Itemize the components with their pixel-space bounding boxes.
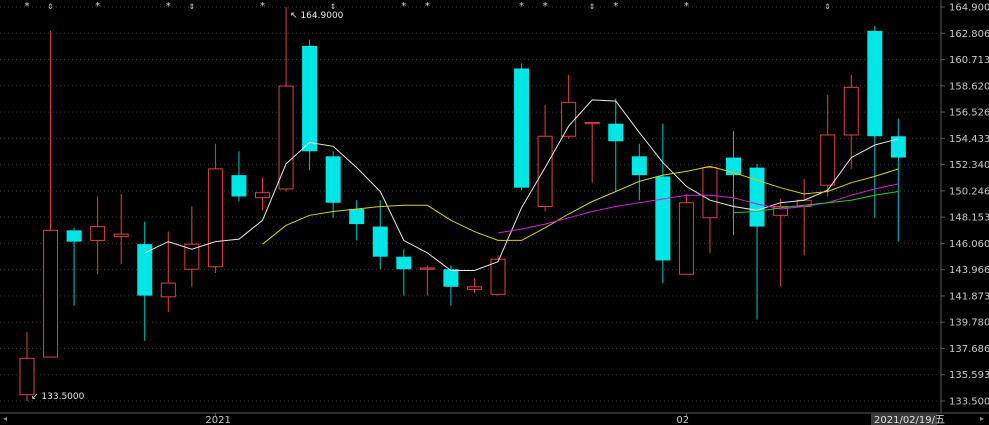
candle[interactable] bbox=[514, 63, 530, 191]
candlestick-chart: * ⇕ * * ⇕ * ⇕ * * * * ⇕ * * ⇕ ↖ 164.9000↙ 133.5000 164… bbox=[0, 0, 989, 425]
scroll-left-icon[interactable]: ◂ bbox=[3, 414, 7, 423]
candle-body-down bbox=[349, 209, 365, 225]
candle-body-up bbox=[278, 85, 294, 190]
event-marker[interactable]: * bbox=[613, 1, 619, 12]
y-tick-label: 148.1533 bbox=[949, 213, 989, 224]
y-tick-label: 143.9667 bbox=[949, 265, 989, 276]
candle-body-up bbox=[490, 258, 506, 295]
candle-body-up bbox=[19, 357, 35, 396]
candle-body-down bbox=[325, 156, 341, 203]
event-marker[interactable]: * bbox=[259, 1, 265, 12]
event-marker[interactable]: * bbox=[24, 1, 30, 12]
candle-body-down bbox=[867, 30, 883, 137]
candle-body-up bbox=[419, 267, 435, 270]
event-marker[interactable]: * bbox=[401, 1, 407, 12]
price-annotation: ↙ 133.5000 bbox=[31, 392, 85, 402]
y-tick-label: 158.6200 bbox=[949, 81, 989, 92]
candle-body-up bbox=[537, 135, 553, 208]
candle-body-down bbox=[231, 175, 247, 197]
y-tick-label: 160.7133 bbox=[949, 55, 989, 66]
candle-body-up bbox=[678, 202, 694, 275]
candle-body-down bbox=[749, 167, 765, 227]
candle-body-down bbox=[514, 68, 530, 188]
candle-body-up bbox=[160, 282, 176, 298]
candle[interactable] bbox=[302, 39, 318, 171]
cursor-date-box: 2021/02/19/五 bbox=[871, 413, 945, 425]
event-marker[interactable]: * bbox=[542, 1, 548, 12]
candle-body-up bbox=[90, 226, 106, 241]
candle-body-down bbox=[608, 123, 624, 142]
event-marker[interactable]: ⇕ bbox=[589, 1, 595, 12]
candle-body-up bbox=[43, 229, 59, 358]
event-marker[interactable]: * bbox=[165, 1, 171, 12]
event-marker[interactable]: * bbox=[683, 1, 689, 12]
y-tick-label: 150.2467 bbox=[949, 186, 989, 197]
candle-body-up bbox=[207, 168, 223, 268]
candle-body-up bbox=[702, 167, 718, 219]
candle-body-up bbox=[466, 286, 482, 290]
y-tick-label: 135.5933 bbox=[949, 370, 989, 381]
y-tick-label: 139.7800 bbox=[949, 318, 989, 329]
scroll-right-icon[interactable]: ▸ bbox=[980, 414, 984, 423]
candle-body-down bbox=[137, 244, 153, 296]
y-tick-label: 154.4333 bbox=[949, 134, 989, 145]
y-tick-label: 156.5267 bbox=[949, 108, 989, 119]
event-marker[interactable]: ⇕ bbox=[189, 1, 195, 12]
x-tick-label: 02 bbox=[676, 415, 689, 425]
y-tick-label: 162.8067 bbox=[949, 29, 989, 40]
candle-body-down bbox=[372, 226, 388, 257]
chart-background bbox=[0, 0, 989, 425]
candle-body-down bbox=[443, 269, 459, 287]
y-tick-label: 137.6867 bbox=[949, 344, 989, 355]
candle-body-up bbox=[843, 86, 859, 136]
candle-body-down bbox=[655, 176, 671, 261]
candle-body-down bbox=[631, 156, 647, 176]
event-marker[interactable]: ⇕ bbox=[825, 1, 831, 12]
candle-body-down bbox=[396, 256, 412, 270]
y-tick-label: 152.3400 bbox=[949, 160, 989, 171]
candle-body-up bbox=[820, 134, 836, 186]
candle-body-down bbox=[302, 45, 318, 152]
y-tick-label: 146.0600 bbox=[949, 239, 989, 250]
y-tick-label: 164.9000 bbox=[949, 3, 989, 14]
event-marker[interactable]: * bbox=[519, 1, 525, 12]
candle[interactable] bbox=[678, 193, 694, 275]
candle-body-up bbox=[113, 233, 129, 238]
candle-body-down bbox=[890, 136, 906, 158]
event-marker[interactable]: * bbox=[95, 1, 101, 12]
event-marker[interactable]: ⇕ bbox=[48, 1, 54, 12]
event-marker[interactable]: * bbox=[424, 1, 430, 12]
candle-body-up bbox=[584, 121, 600, 125]
price-annotation: ↖ 164.9000 bbox=[290, 11, 344, 21]
y-tick-label: 133.5000 bbox=[949, 397, 989, 408]
x-tick-label: 2021 bbox=[205, 415, 230, 425]
cursor-date-label: 2021/02/19/五 bbox=[874, 415, 945, 425]
candle-body-down bbox=[66, 230, 82, 242]
y-tick-label: 141.8733 bbox=[949, 291, 989, 302]
candle-body-up bbox=[561, 101, 577, 137]
candle-body-up bbox=[255, 192, 270, 199]
